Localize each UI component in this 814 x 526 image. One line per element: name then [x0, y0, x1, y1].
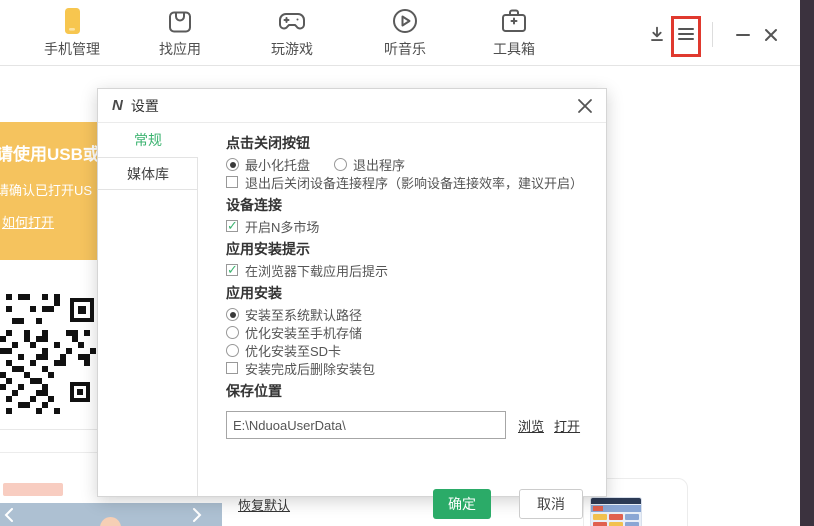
nav-toolbox[interactable]: 工具箱 [472, 6, 556, 59]
cancel-button[interactable]: 取消 [519, 489, 583, 519]
how-to-open-link[interactable]: 如何打开 [2, 212, 54, 231]
preview-pink-bar [3, 483, 63, 496]
settings-content: 点击关闭按钮 最小化托盘 退出程序 退出后关闭设备连接程序（影响设备连接效率，建… [198, 123, 606, 496]
checkbox-browser-download-tip[interactable] [226, 262, 238, 278]
checkbox-delete-package[interactable] [226, 362, 238, 374]
nav-play-games[interactable]: 玩游戏 [250, 6, 334, 59]
open-link[interactable]: 打开 [554, 416, 580, 435]
save-path-row: 浏览 打开 [226, 411, 606, 439]
nav-find-apps[interactable]: 找应用 [138, 6, 222, 59]
dialog-titlebar: N 设置 [98, 89, 606, 123]
find-apps-icon [165, 6, 195, 36]
ok-button[interactable]: 确定 [433, 489, 491, 519]
banner-title: 请使用USB或 [0, 145, 97, 164]
divider-line [0, 452, 97, 453]
tablet-screenshot [590, 497, 642, 526]
radio-install-phone-storage[interactable] [226, 325, 239, 339]
radio-install-default-path[interactable] [226, 307, 239, 321]
checkbox-enable-nduo-market-label: 开启N多市场 [245, 219, 320, 235]
qr-card [0, 260, 97, 430]
section-close-action: 点击关闭按钮 [226, 135, 310, 151]
section-save-location: 保存位置 [226, 383, 282, 399]
radio-exit-program[interactable] [334, 157, 348, 171]
minimize-button[interactable] [733, 25, 753, 45]
usb-connect-banner: 请使用USB或 请确认已打开US 如何打开 [0, 122, 97, 260]
preview-circle [100, 517, 121, 526]
toolbox-icon [499, 6, 529, 36]
tablet-banner-row [591, 505, 641, 512]
settings-tabs: 常规 媒体库 [98, 123, 198, 496]
dialog-title: 设置 [130, 97, 159, 114]
main-toolbar: 手机管理 找应用 玩游戏 听音乐 工具箱 [0, 0, 800, 66]
nav-phone-manage[interactable]: 手机管理 [30, 6, 114, 59]
checkbox-browser-download-tip-label: 在浏览器下载应用后提示 [245, 263, 389, 279]
download-manager-icon[interactable] [646, 24, 668, 46]
checkbox-delete-package-label: 安装完成后删除安装包 [245, 361, 376, 377]
restore-defaults-link[interactable]: 恢复默认 [238, 495, 290, 514]
nav-label: 找应用 [159, 41, 201, 57]
close-action-options: 最小化托盘 退出程序 [226, 155, 606, 173]
checkbox-close-device-conn[interactable] [226, 176, 238, 188]
nav-label: 手机管理 [44, 41, 100, 57]
carousel-left-arrow[interactable] [4, 508, 14, 522]
checkbox-close-device-conn-label: 退出后关闭设备连接程序（影响设备连接效率，建议开启） [245, 175, 584, 191]
listen-music-icon [390, 6, 420, 36]
radio-minimize-tray-label: 最小化托盘 [245, 157, 311, 173]
nav-listen-music[interactable]: 听音乐 [363, 6, 447, 59]
qr-code-image [0, 294, 96, 414]
delete-package-row: 安装完成后删除安装包 [226, 359, 606, 377]
dialog-close-icon[interactable] [576, 97, 594, 115]
window-edge-strip [800, 0, 814, 526]
highlight-red-box [671, 16, 701, 57]
section-device-connect: 设备连接 [226, 197, 282, 213]
settings-dialog: N 设置 常规 媒体库 点击关闭按钮 最小化托盘 退出程序 退出后关闭设备连接程… [97, 88, 607, 519]
tab-media-library[interactable]: 媒体库 [98, 157, 198, 190]
radio-minimize-tray[interactable] [226, 157, 239, 171]
app-window: 手机管理 找应用 玩游戏 听音乐 工具箱 请使用USB或 请确认已打开US 如何… [0, 0, 814, 526]
tablet-header [591, 498, 641, 504]
dialog-body: 常规 媒体库 点击关闭按钮 最小化托盘 退出程序 退出后关闭设备连接程序（影响设… [98, 123, 606, 519]
browse-link[interactable]: 浏览 [518, 416, 544, 435]
save-path-input[interactable] [226, 411, 506, 439]
nav-label: 听音乐 [384, 41, 426, 57]
device-connect-row: 开启N多市场 [226, 217, 606, 235]
section-install-tip: 应用安装提示 [226, 241, 310, 257]
section-app-install: 应用安装 [226, 285, 282, 301]
tab-general[interactable]: 常规 [98, 123, 198, 157]
radio-exit-program-label: 退出程序 [353, 157, 406, 173]
hamburger-menu-icon[interactable] [677, 25, 695, 48]
nav-label: 玩游戏 [271, 41, 313, 57]
install-phone-row: 优化安装至手机存储 [226, 323, 606, 341]
radio-install-sd-card-label: 优化安装至SD卡 [245, 343, 342, 359]
play-games-icon [277, 6, 307, 36]
install-sd-row: 优化安装至SD卡 [226, 341, 606, 359]
nav-label: 工具箱 [493, 41, 535, 57]
close-conn-row: 退出后关闭设备连接程序（影响设备连接效率，建议开启） [226, 173, 606, 191]
banner-subtitle: 请确认已打开US [0, 183, 93, 198]
tablet-app-grid [591, 512, 641, 526]
phone-manage-icon [57, 6, 87, 36]
phone-preview-carousel [0, 503, 222, 526]
close-window-button[interactable] [761, 25, 781, 45]
nduoa-logo: N [112, 97, 123, 114]
install-tip-row: 在浏览器下载应用后提示 [226, 261, 606, 279]
checkbox-enable-nduo-market[interactable] [226, 218, 238, 234]
radio-install-sd-card[interactable] [226, 343, 239, 357]
install-default-row: 安装至系统默认路径 [226, 305, 606, 323]
radio-install-phone-storage-label: 优化安装至手机存储 [245, 325, 363, 341]
carousel-right-arrow[interactable] [192, 508, 202, 522]
toolbar-divider [712, 22, 713, 47]
radio-install-default-path-label: 安装至系统默认路径 [245, 307, 363, 323]
